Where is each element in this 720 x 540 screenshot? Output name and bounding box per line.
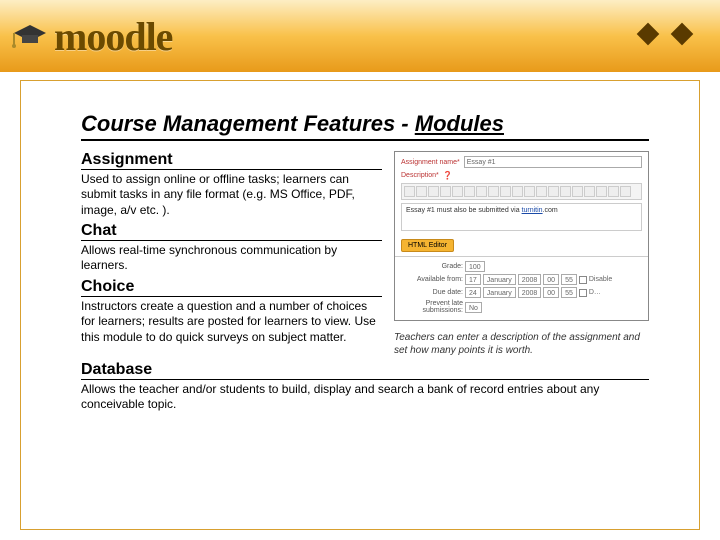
editor-toolbar bbox=[401, 183, 642, 200]
shot-name-label: Assignment name* bbox=[401, 159, 460, 166]
choice-desc: Instructors create a question and a numb… bbox=[81, 299, 381, 345]
prevent-label: Prevent late submissions: bbox=[401, 300, 463, 314]
page-title: Course Management Features - Modules bbox=[81, 111, 649, 141]
shot-name-value: Essay #1 bbox=[464, 156, 642, 168]
checkbox-icon bbox=[579, 289, 587, 297]
brand-name: moodle bbox=[54, 13, 172, 60]
editor-content: Essay #1 must also be submitted via turn… bbox=[401, 203, 642, 231]
screenshot-column: Assignment name* Essay #1 Description* ❓… bbox=[394, 147, 649, 357]
title-emphasis: Modules bbox=[415, 111, 504, 136]
database-heading: Database bbox=[81, 361, 649, 380]
html-editor-badge: HTML Editor bbox=[401, 239, 454, 252]
nav-controls bbox=[640, 26, 690, 42]
choice-heading: Choice bbox=[81, 278, 382, 297]
logo-cap-icon bbox=[10, 21, 50, 51]
database-desc: Allows the teacher and/or students to bu… bbox=[81, 382, 649, 413]
shot-desc-label: Description* bbox=[401, 172, 439, 179]
nav-prev-icon[interactable] bbox=[637, 23, 660, 46]
slide-body: Course Management Features - Modules Ass… bbox=[20, 80, 700, 530]
header-bar: moodle bbox=[0, 0, 720, 72]
avail-label: Available from: bbox=[401, 276, 463, 283]
chat-desc: Allows real-time synchronous communicati… bbox=[81, 243, 381, 274]
checkbox-icon bbox=[579, 276, 587, 284]
due-label: Due date: bbox=[401, 289, 463, 296]
assignment-screenshot: Assignment name* Essay #1 Description* ❓… bbox=[394, 151, 649, 321]
grade-value: 100 bbox=[465, 261, 485, 272]
grade-label: Grade: bbox=[401, 263, 463, 270]
help-icon: ❓ bbox=[443, 171, 453, 180]
toolbar-icon bbox=[404, 186, 415, 197]
prevent-value: No bbox=[465, 302, 482, 313]
modules-column: Assignment Used to assign online or offl… bbox=[81, 147, 382, 357]
nav-next-icon[interactable] bbox=[671, 23, 694, 46]
chat-heading: Chat bbox=[81, 222, 382, 241]
assignment-heading: Assignment bbox=[81, 151, 382, 170]
assignment-desc: Used to assign online or offline tasks; … bbox=[81, 172, 381, 218]
screenshot-caption: Teachers can enter a description of the … bbox=[394, 331, 649, 357]
title-prefix: Course Management Features - bbox=[81, 111, 415, 136]
